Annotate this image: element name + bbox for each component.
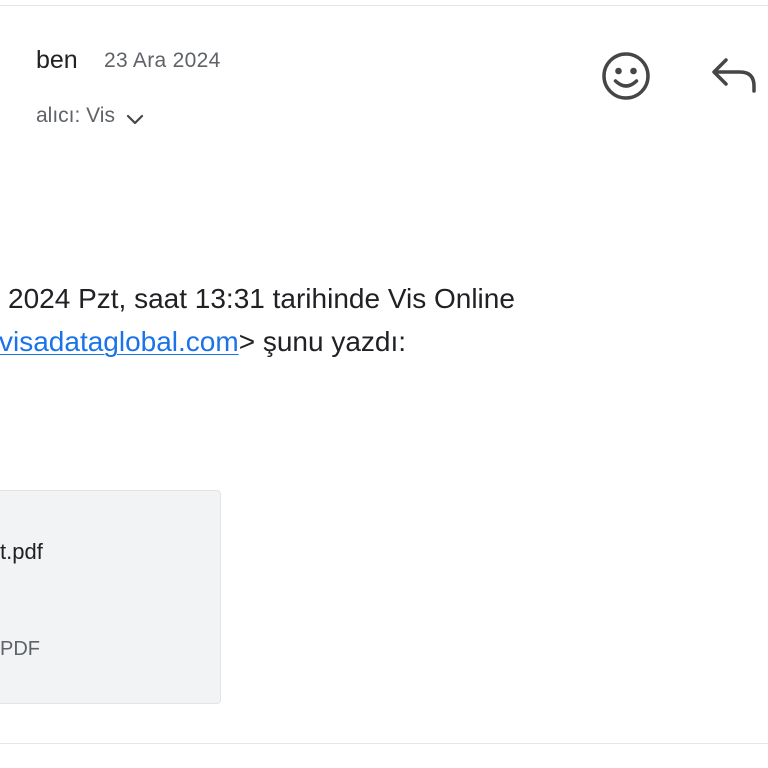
- sender-email-link[interactable]: visadataglobal.com: [0, 326, 239, 357]
- message-date: 23 Ara 2024: [104, 49, 221, 72]
- bottom-divider: [0, 743, 768, 744]
- recipient-toggle[interactable]: alıcı: Vis: [36, 104, 145, 128]
- attachment-type-label: PDF: [0, 638, 40, 660]
- smiley-face-icon[interactable]: [600, 50, 652, 102]
- reply-arrow-icon[interactable]: [710, 55, 758, 97]
- chevron-down-icon: [126, 114, 144, 125]
- sender-name[interactable]: ben: [36, 46, 78, 75]
- quote-header-line-1: 2024 Pzt, saat 13:31 tarihinde Vis Onlin…: [8, 283, 515, 314]
- email-message-view: ben 23 Ara 2024 alıcı: Vis 2024 Pzt, saa…: [0, 0, 768, 768]
- recipient-label: alıcı: Vis: [36, 104, 115, 127]
- quote-header-line-2: visadataglobal.com> şunu yazdı:: [0, 326, 406, 358]
- attachment-card[interactable]: t.pdf PDF: [0, 490, 221, 704]
- top-divider: [0, 5, 768, 6]
- attachment-filename: t.pdf: [0, 539, 43, 564]
- quote-header-suffix: > şunu yazdı:: [238, 326, 407, 357]
